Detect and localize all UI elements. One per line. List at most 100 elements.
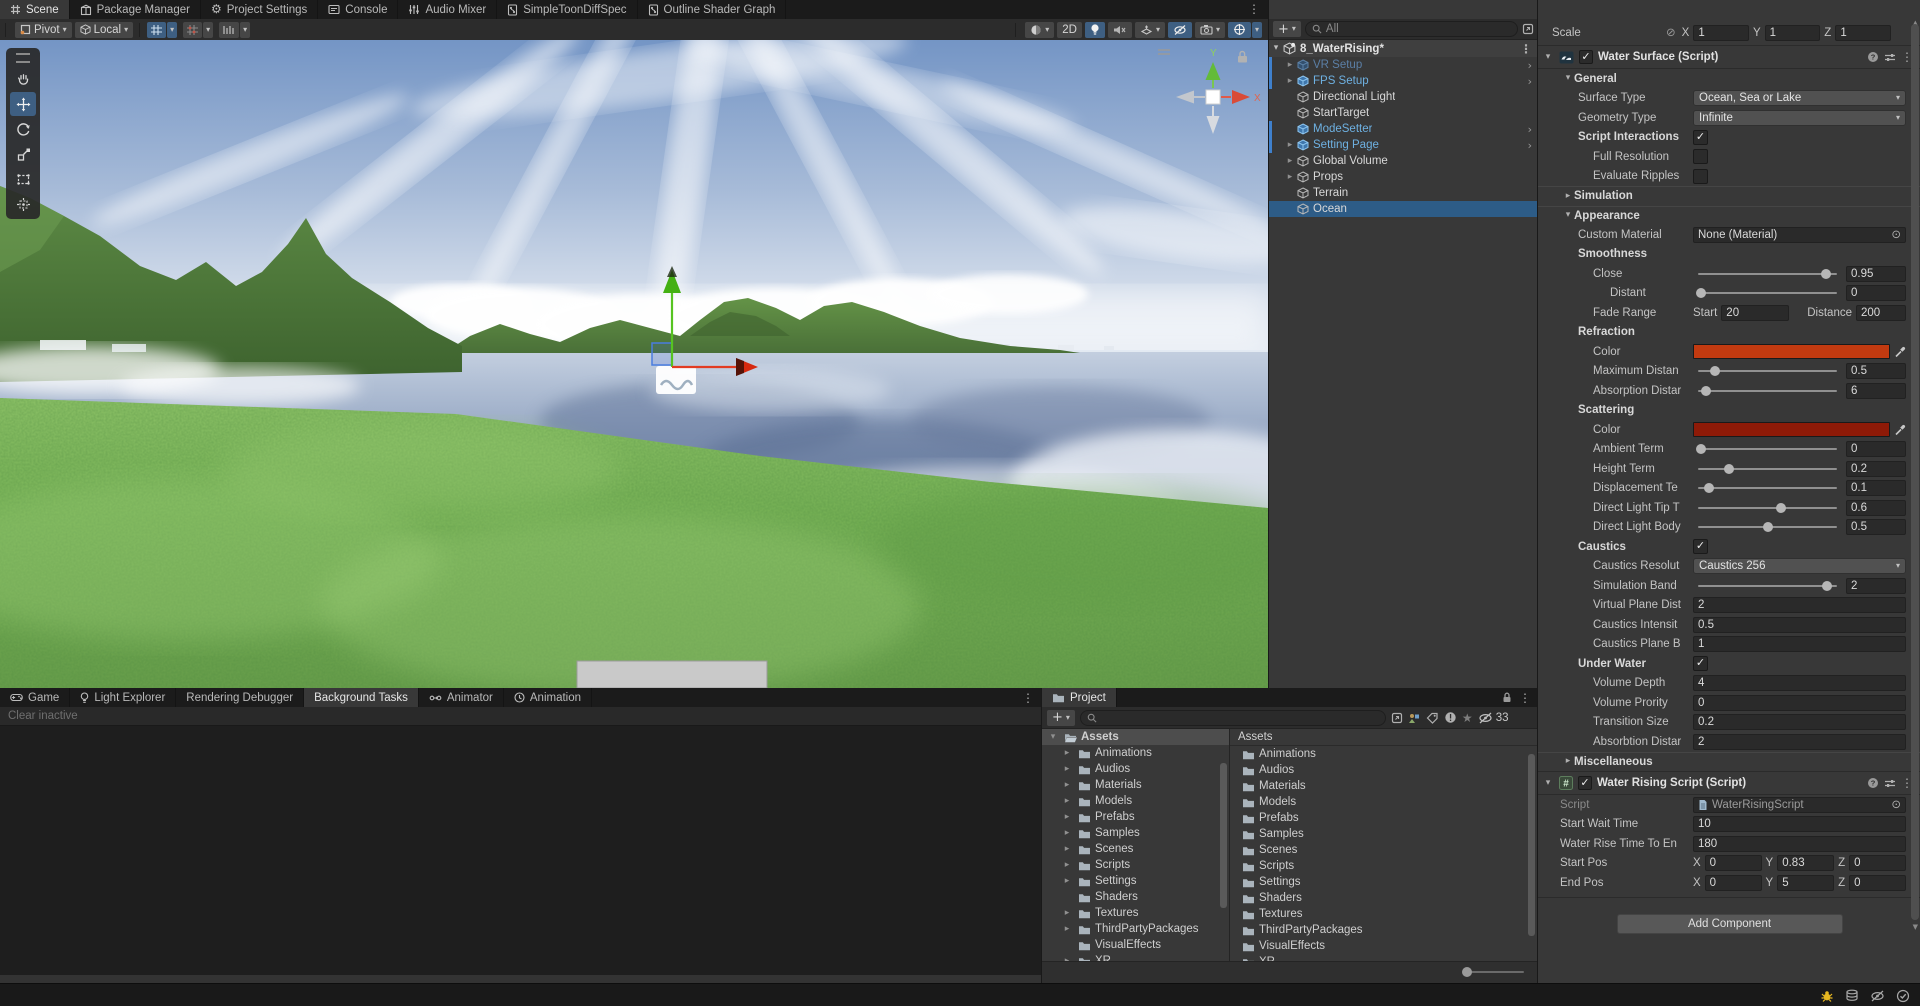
tab-simpletoondiffspec[interactable]: SimpleToonDiffSpec (497, 0, 637, 19)
slider-value-field[interactable]: 0.95 (1846, 266, 1906, 282)
expand-arrow-icon[interactable]: ▸ (1283, 61, 1297, 70)
text-field[interactable]: 4 (1693, 675, 1906, 691)
project-tree-folder-scenes[interactable]: ▸Scenes (1042, 841, 1229, 857)
foldout-simulation[interactable]: ▸Simulation (1538, 186, 1920, 206)
scale-tool-button[interactable] (10, 142, 36, 166)
hierarchy-item-ocean[interactable]: Ocean (1269, 201, 1538, 217)
search-by-type-icon[interactable] (1408, 712, 1421, 724)
favorites-star-icon[interactable]: ★ (1462, 712, 1473, 724)
vector-field-x[interactable]: 0 (1705, 875, 1762, 891)
project-tree-folder-settings[interactable]: ▸Settings (1042, 873, 1229, 889)
slider-track[interactable] (1698, 370, 1837, 372)
rotate-tool-button[interactable] (10, 117, 36, 141)
tab-outline-shader-graph[interactable]: Outline Shader Graph (638, 0, 787, 19)
gizmos-button[interactable] (1228, 22, 1251, 38)
axis-center-cube[interactable] (1206, 90, 1220, 104)
hierarchy-item-setting-page[interactable]: ▸Setting Page› (1269, 137, 1538, 153)
text-field[interactable]: 0 (1693, 695, 1906, 711)
asset-zoom-slider[interactable] (1464, 971, 1524, 973)
checkbox[interactable] (1693, 169, 1708, 184)
foldout-arrow-icon[interactable]: ▸ (1562, 192, 1574, 201)
checkbox[interactable]: ✓ (1693, 539, 1708, 554)
project-search-input[interactable] (1080, 710, 1386, 726)
slider-track[interactable] (1698, 487, 1837, 489)
foldout-miscellaneous[interactable]: ▸Miscellaneous (1538, 752, 1920, 772)
grid-snapping-button[interactable] (147, 22, 166, 38)
tab-light-explorer[interactable]: Light Explorer (70, 688, 176, 707)
text-field[interactable]: 0.5 (1693, 617, 1906, 633)
increment-snap-dropdown[interactable]: ▾ (203, 22, 213, 38)
hierarchy-item-directional-light[interactable]: Directional Light (1269, 89, 1538, 105)
grid-snapping-dropdown[interactable]: ▾ (167, 22, 177, 38)
checkbox[interactable]: ✓ (1693, 656, 1708, 671)
slider-value-field[interactable]: 0.2 (1846, 461, 1906, 477)
cache-server-icon[interactable] (1845, 989, 1859, 1002)
hierarchy-item-terrain[interactable]: Terrain (1269, 185, 1538, 201)
tab-animator[interactable]: Animator (419, 688, 504, 707)
search-by-label-icon[interactable] (1426, 712, 1439, 724)
slider-track[interactable] (1698, 585, 1837, 587)
scene-effects-button[interactable]: ▾ (1135, 22, 1165, 38)
project-tree-folder-textures[interactable]: ▸Textures (1042, 905, 1229, 921)
tab-project[interactable]: Project (1042, 688, 1117, 707)
expand-arrow-icon[interactable]: ▸ (1283, 157, 1297, 166)
slider-value-field[interactable]: 0 (1846, 285, 1906, 301)
project-create-button[interactable]: +▾ (1047, 710, 1075, 726)
project-asset-models[interactable]: Models (1230, 794, 1538, 810)
hierarchy-item-vr-setup[interactable]: ▸VR Setup› (1269, 57, 1538, 73)
foldout-arrow-icon[interactable]: ▾ (1562, 74, 1574, 83)
hierarchy-picker-icon[interactable] (1522, 23, 1534, 35)
slider-thumb[interactable] (1704, 483, 1714, 493)
project-asset-audios[interactable]: Audios (1230, 762, 1538, 778)
hidden-count-toggle[interactable]: 33 (1478, 712, 1509, 724)
list-scrollbar[interactable] (1528, 754, 1535, 936)
fade-start-field[interactable]: 20 (1721, 305, 1789, 321)
scene-viewport[interactable]: Y X (0, 40, 1268, 688)
tab-package-manager[interactable]: Package Manager (70, 0, 201, 19)
foldout-arrow-icon[interactable]: ▸ (1562, 757, 1574, 766)
color-swatch[interactable] (1693, 422, 1890, 437)
component-enabled-checkbox[interactable]: ✓ (1578, 776, 1592, 790)
2d-mode-button[interactable]: 2D (1057, 22, 1082, 38)
scale-x-field[interactable]: 1 (1693, 25, 1749, 41)
vector-field-z[interactable]: 0 (1849, 855, 1906, 871)
bottom-panel-menu-button[interactable]: ⋮ (1022, 692, 1034, 704)
project-asset-textures[interactable]: Textures (1230, 906, 1538, 922)
tab-console[interactable]: Console (318, 0, 398, 19)
expand-arrow-icon[interactable]: ▸ (1060, 829, 1074, 838)
expand-arrow-icon[interactable]: ▸ (1060, 861, 1074, 870)
expand-arrow-icon[interactable]: ▸ (1060, 925, 1074, 934)
slider-value-field[interactable]: 0.5 (1846, 519, 1906, 535)
script-object-field[interactable]: WaterRisingScript⊙ (1693, 797, 1906, 813)
text-field[interactable]: 1 (1693, 636, 1906, 652)
help-icon[interactable]: ? (1867, 777, 1879, 789)
foldout-arrow-icon[interactable]: ▾ (1542, 53, 1554, 62)
move-snap-dropdown[interactable]: ▾ (240, 22, 250, 38)
slider-thumb[interactable] (1763, 522, 1773, 532)
expand-arrow-icon[interactable]: ▸ (1283, 173, 1297, 182)
add-component-button[interactable]: Add Component (1617, 914, 1843, 934)
text-field[interactable]: 180 (1693, 836, 1906, 852)
slider-track[interactable] (1698, 273, 1837, 275)
expand-arrow-icon[interactable]: ▸ (1283, 141, 1297, 150)
slider-thumb[interactable] (1821, 269, 1831, 279)
project-asset-samples[interactable]: Samples (1230, 826, 1538, 842)
dropdown-geometry-type[interactable]: Infinite▾ (1693, 110, 1906, 126)
slider-track[interactable] (1698, 507, 1837, 509)
slider-track[interactable] (1698, 526, 1837, 528)
vector-field-y[interactable]: 5 (1777, 875, 1834, 891)
gizmos-dropdown[interactable]: ▾ (1252, 22, 1262, 38)
slider-thumb[interactable] (1710, 366, 1720, 376)
text-field[interactable]: 0.2 (1693, 714, 1906, 730)
tab-game[interactable]: Game (0, 688, 70, 707)
tab-rendering-debugger[interactable]: Rendering Debugger (176, 688, 304, 707)
project-tree-folder-visualeffects[interactable]: VisualEffects (1042, 937, 1229, 953)
tab-animation[interactable]: Animation (504, 688, 592, 707)
hierarchy-item-props[interactable]: ▸Props (1269, 169, 1538, 185)
prefab-open-chevron[interactable]: › (1528, 60, 1532, 71)
project-tree-folder-thirdpartypackages[interactable]: ▸ThirdPartyPackages (1042, 921, 1229, 937)
object-field[interactable]: None (Material)⊙ (1693, 227, 1906, 243)
text-field[interactable]: 10 (1693, 816, 1906, 832)
project-tree-folder-models[interactable]: ▸Models (1042, 793, 1229, 809)
slider-thumb[interactable] (1701, 386, 1711, 396)
